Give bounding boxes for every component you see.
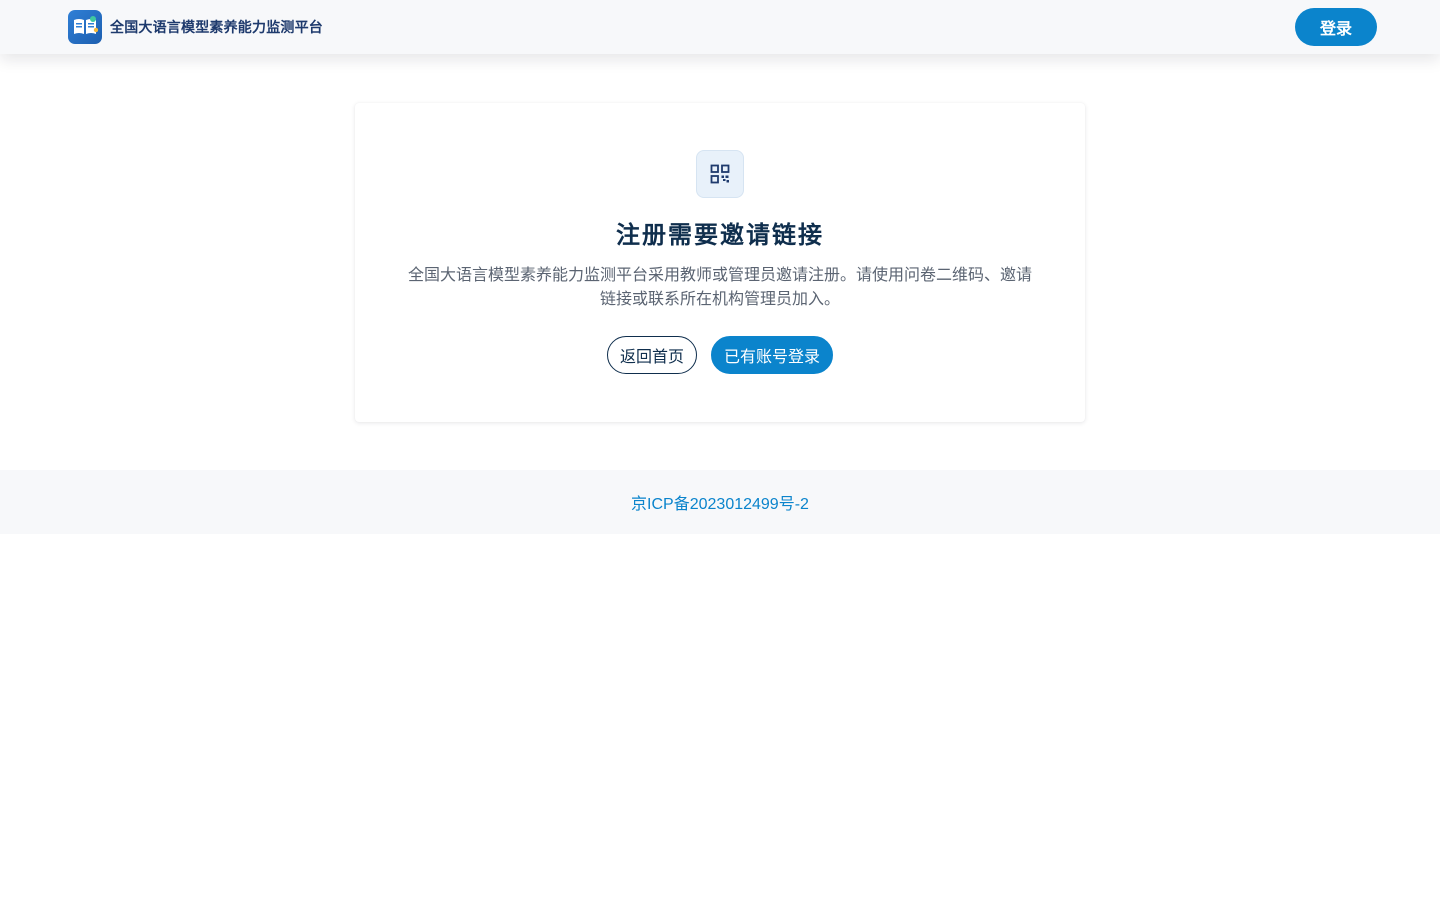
book-chat-logo-icon [68,10,102,44]
page-title: 注册需要邀请链接 [616,220,824,249]
qr-code-icon [696,150,744,198]
app-title: 全国大语言模型素养能力监测平台 [110,19,323,35]
header-login-button[interactable]: 登录 [1295,8,1377,46]
invite-description: 全国大语言模型素养能力监测平台采用教师或管理员邀请注册。请使用问卷二维码、邀请链… [407,267,1032,308]
footer: 京ICP备2023012499号-2 [0,470,1440,534]
icp-record-link[interactable]: 京ICP备2023012499号-2 [631,490,809,514]
top-header: 全国大语言模型素养能力监测平台 登录 [0,0,1440,54]
brand[interactable]: 全国大语言模型素养能力监测平台 [68,10,323,44]
have-account-login-button[interactable]: 已有账号登录 [711,336,833,374]
card-actions: 返回首页 已有账号登录 [355,336,1085,374]
invite-required-card: 注册需要邀请链接 全国大语言模型素养能力监测平台采用教师或管理员邀请注册。请使用… [355,103,1085,422]
back-home-button[interactable]: 返回首页 [607,336,697,374]
